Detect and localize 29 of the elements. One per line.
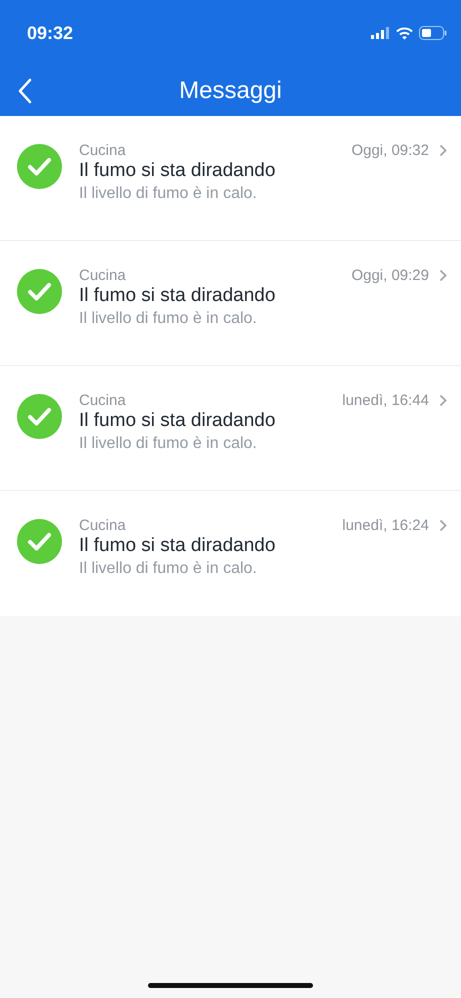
message-time: Oggi, 09:32: [351, 142, 429, 159]
chevron-icon[interactable]: [439, 269, 447, 282]
check-icon: [17, 519, 62, 564]
room-label: Cucina: [79, 517, 126, 534]
check-icon: [17, 269, 62, 314]
check-icon: [17, 394, 62, 439]
message-text: Il livello di fumo è in calo.: [79, 185, 258, 203]
chevron-icon[interactable]: [439, 519, 447, 532]
screen-title: Messaggi: [178, 77, 283, 105]
chevron-icon[interactable]: [439, 394, 447, 407]
signal-icon: [371, 27, 390, 39]
message-text: Il livello di fumo è in calo.: [79, 310, 258, 328]
check-icon: [17, 144, 62, 189]
wifi-icon: [396, 26, 413, 40]
battery-icon: [419, 26, 447, 40]
message-text: Il livello di fumo è in calo.: [79, 560, 258, 578]
room-label: Cucina: [79, 267, 126, 284]
message-title: Il fumo si sta diradando: [79, 285, 276, 307]
message-time: lunedì, 16:24: [342, 517, 429, 534]
message-text: Il livello di fumo è in calo.: [79, 435, 258, 453]
message-title: Il fumo si sta diradando: [79, 535, 276, 557]
message-title: Il fumo si sta diradando: [79, 410, 276, 432]
room-label: Cucina: [79, 142, 126, 159]
message-title: Il fumo si sta diradando: [79, 160, 276, 182]
status-time: 09:32: [27, 22, 74, 44]
message-time: Oggi, 09:29: [351, 267, 429, 284]
message-time: lunedì, 16:44: [342, 392, 429, 409]
room-label: Cucina: [79, 392, 126, 409]
chevron-icon[interactable]: [439, 144, 447, 157]
